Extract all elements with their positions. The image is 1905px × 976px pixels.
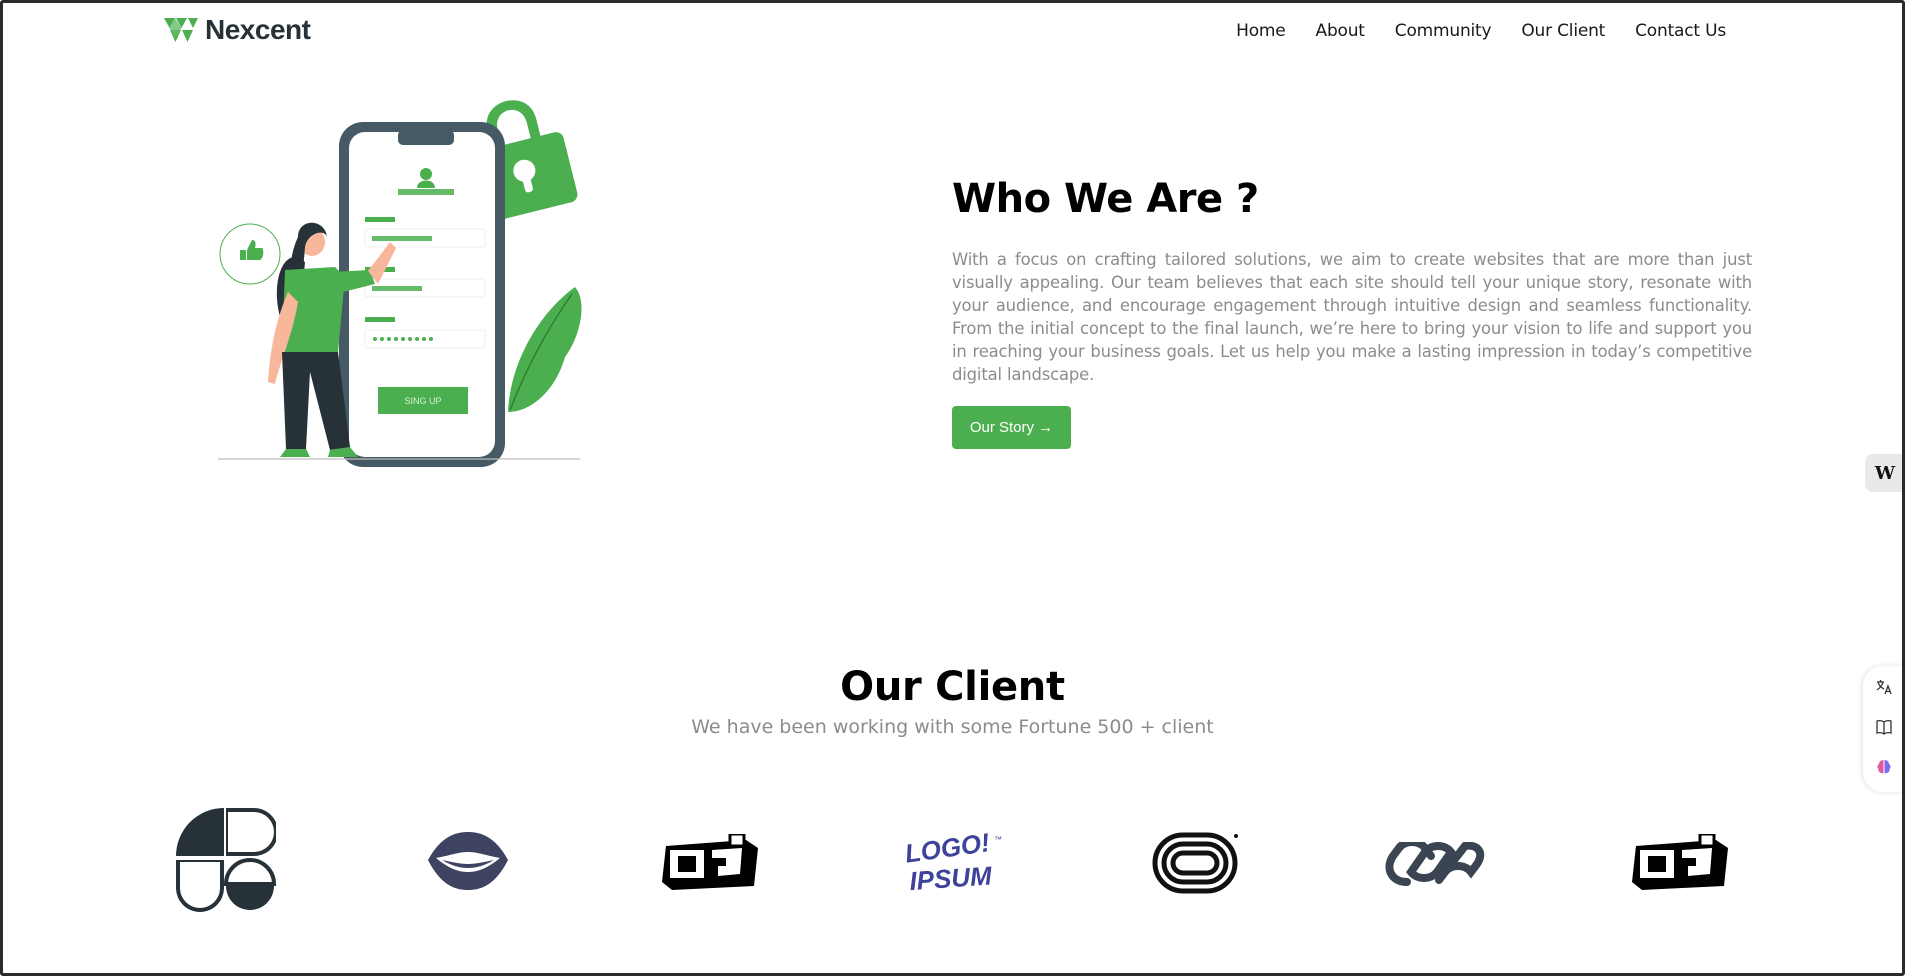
nexcent-mark-icon — [164, 18, 198, 42]
clients-subtitle: We have been working with some Fortune 5… — [691, 716, 1214, 738]
concentric-track-logo-icon — [1152, 832, 1238, 894]
infinity-links-logo-icon — [1385, 842, 1485, 886]
thumbs-up-icon — [219, 223, 281, 285]
oj-block-logo-icon — [662, 834, 758, 890]
who-title: Who We Are ? — [952, 176, 1259, 222]
lips-logo-icon — [428, 832, 508, 890]
side-widget-button[interactable]: W — [1865, 454, 1905, 492]
brand-logo[interactable]: Nexcent — [163, 14, 311, 46]
svg-text:IPSUM: IPSUM — [908, 860, 994, 896]
who-we-are-section: Who We Are ? With a focus on crafting ta… — [952, 176, 1752, 449]
clients-title: Our Client — [840, 664, 1065, 710]
side-tools-panel — [1863, 666, 1905, 792]
quarter-circles-logo-icon — [176, 808, 276, 912]
nav-contact-us[interactable]: Contact Us — [1635, 21, 1726, 41]
nav-community[interactable]: Community — [1395, 21, 1492, 41]
book-icon[interactable] — [1875, 718, 1893, 736]
nav-about[interactable]: About — [1316, 21, 1365, 41]
nav-our-client[interactable]: Our Client — [1521, 21, 1605, 41]
brand-name: Nexcent — [205, 14, 311, 45]
clients-section: Our Client We have been working with som… — [0, 664, 1905, 738]
main-nav: Home About Community Our Client Contact … — [1236, 21, 1726, 41]
signup-label: SING UP — [404, 396, 441, 406]
logo-ipsum-logo-icon: LOGO! IPSUM ™ — [903, 828, 1002, 896]
svg-text:™: ™ — [994, 835, 1002, 844]
site-header: Nexcent Home About Community Our Client … — [0, 0, 1905, 64]
leaf-icon — [508, 287, 582, 412]
oj-block-logo-icon — [1632, 834, 1728, 890]
our-story-button[interactable]: Our Story → — [952, 406, 1071, 449]
brain-icon[interactable] — [1875, 758, 1893, 776]
signup-illustration: SING UP — [218, 100, 582, 467]
who-description: With a focus on crafting tailored soluti… — [952, 250, 1752, 384]
client-logos: LOGO! IPSUM ™ — [0, 808, 1905, 918]
translate-icon[interactable] — [1875, 678, 1893, 696]
nav-home[interactable]: Home — [1236, 21, 1286, 41]
